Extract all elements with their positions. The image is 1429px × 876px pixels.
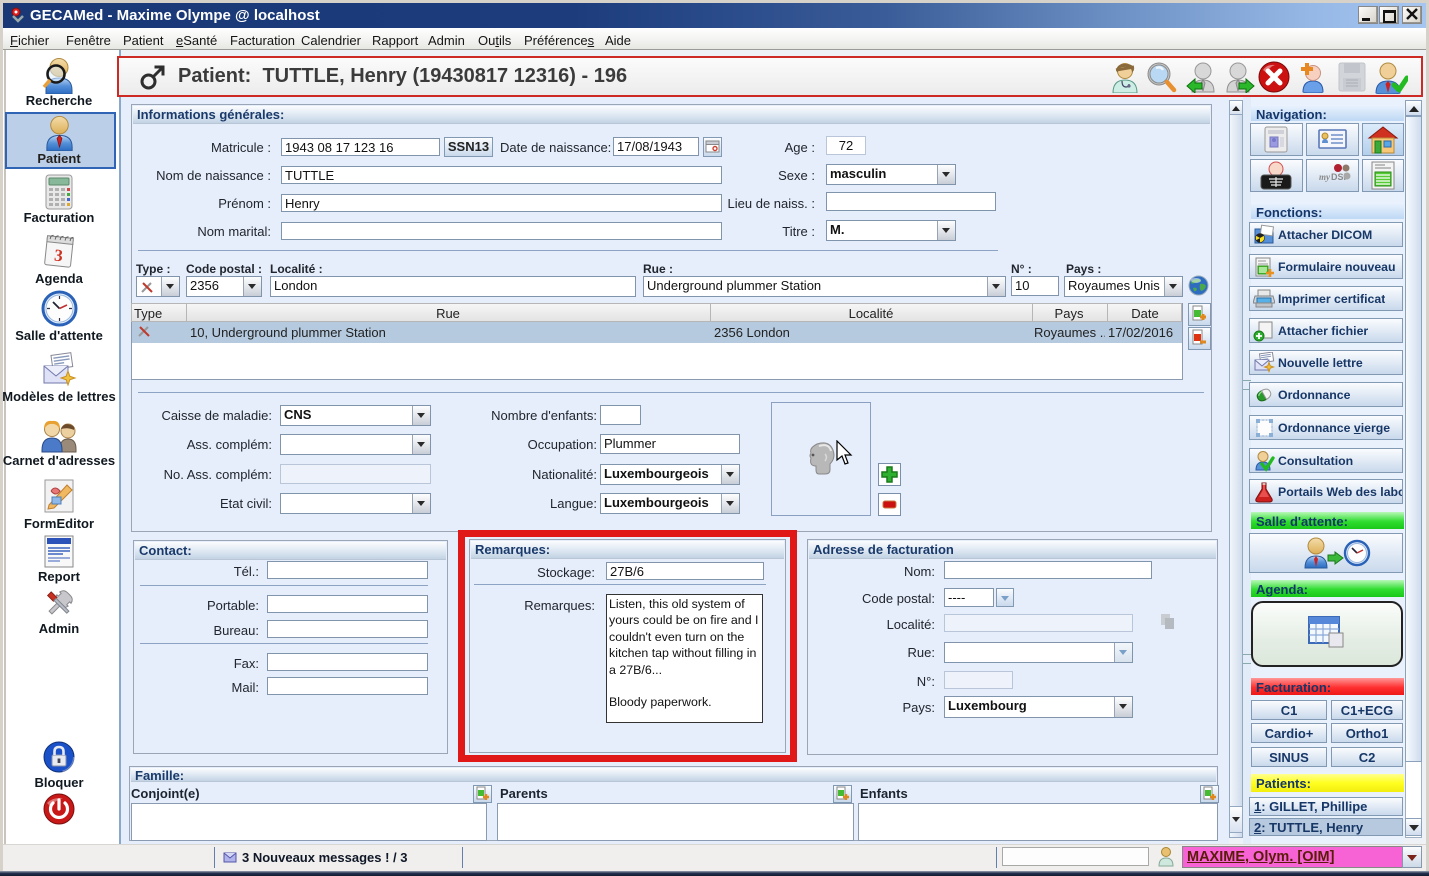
- svg-text:my: my: [1319, 172, 1331, 182]
